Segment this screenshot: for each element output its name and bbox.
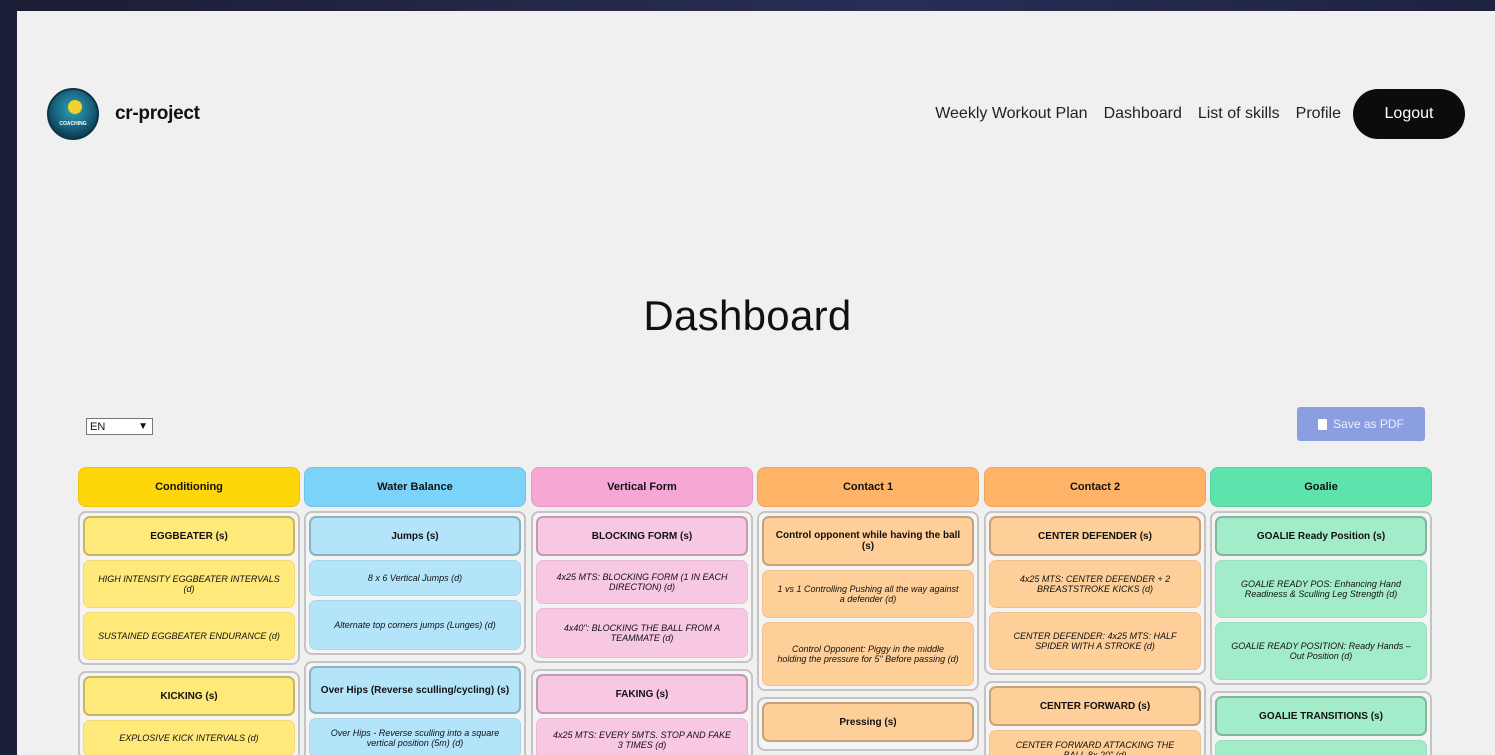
drill-card[interactable]: 4x25 MTS: EVERY 5MTS. STOP AND FAKE 3 TI… (536, 718, 748, 755)
skill-group: KICKING (s) EXPLOSIVE KICK INTERVALS (d) (78, 671, 300, 755)
chevron-down-icon: ▼ (138, 421, 148, 432)
logo-text: COACHING (59, 121, 87, 127)
skill-card[interactable]: Over Hips (Reverse sculling/cycling) (s) (309, 666, 521, 714)
skill-group: Over Hips (Reverse sculling/cycling) (s)… (304, 661, 526, 755)
drill-card[interactable]: 8 x 6 Vertical Jumps (d) (309, 560, 521, 596)
nav-profile[interactable]: Profile (1296, 105, 1341, 123)
skill-group: Jumps (s) 8 x 6 Vertical Jumps (d) Alterna… (304, 511, 526, 655)
skill-card[interactable]: Control opponent while having the ball (… (762, 516, 974, 566)
main-nav: Weekly Workout Plan Dashboard List of sk… (935, 89, 1465, 139)
skill-card[interactable]: EGGBEATER (s) (83, 516, 295, 556)
logout-button[interactable]: Logout (1353, 89, 1465, 139)
skill-group: CENTER FORWARD (s) CENTER FORWARD ATTACKI… (984, 681, 1206, 755)
drill-card[interactable]: 4x25 MTS: CENTER DEFENDER + 2 BREASTSTRO… (989, 560, 1201, 608)
nav-weekly-workout-plan[interactable]: Weekly Workout Plan (935, 105, 1087, 123)
skill-group: CENTER DEFENDER (s) 4x25 MTS: CENTER DEFE… (984, 511, 1206, 675)
skill-card[interactable]: CENTER FORWARD (s) (989, 686, 1201, 726)
drill-card[interactable]: 1 vs 1 Controlling Pushing all the way a… (762, 570, 974, 618)
skill-group: GOALIE TRANSITIONS (s) GOALIE TRANSITIONS… (1210, 691, 1432, 755)
column-vertical-form: Vertical Form BLOCKING FORM (s) 4x25 MTS: … (531, 467, 753, 755)
column-goalie: Goalie GOALIE Ready Position (s) GOALIE RE… (1210, 467, 1432, 755)
top-border (0, 0, 1495, 11)
column-contact-2: Contact 2 CENTER DEFENDER (s) 4x25 MTS: CE… (984, 467, 1206, 755)
skill-card[interactable]: FAKING (s) (536, 674, 748, 714)
drill-card[interactable]: GOALIE READY POS: Enhancing Hand Readine… (1215, 560, 1427, 618)
column-header[interactable]: Vertical Form (531, 467, 753, 507)
pdf-file-icon (1318, 418, 1328, 430)
skill-group: FAKING (s) 4x25 MTS: EVERY 5MTS. STOP AND… (531, 669, 753, 755)
skill-group: BLOCKING FORM (s) 4x25 MTS: BLOCKING FORM… (531, 511, 753, 663)
drill-card[interactable]: CENTER FORWARD ATTACKING THE BALL 8x 20"… (989, 730, 1201, 755)
nav-dashboard[interactable]: Dashboard (1104, 105, 1182, 123)
language-select[interactable]: EN ▼ (86, 418, 153, 435)
skill-card[interactable]: GOALIE TRANSITIONS (s) (1215, 696, 1427, 736)
save-pdf-label: Save as PDF (1333, 417, 1404, 431)
skill-group: GOALIE Ready Position (s) GOALIE READY PO… (1210, 511, 1432, 685)
skill-group: EGGBEATER (s) HIGH INTENSITY EGGBEATER IN… (78, 511, 300, 665)
column-header[interactable]: Goalie (1210, 467, 1432, 507)
drill-card[interactable]: Over Hips - Reverse sculling into a squa… (309, 718, 521, 755)
skill-group: Pressing (s) (757, 697, 979, 751)
drill-card[interactable]: 4x40": BLOCKING THE BALL FROM A TEAMMATE… (536, 608, 748, 658)
column-contact-1: Contact 1 Control opponent while having t… (757, 467, 979, 751)
skill-card[interactable]: KICKING (s) (83, 676, 295, 716)
column-conditioning: Conditioning EGGBEATER (s) HIGH INTENSITY … (78, 467, 300, 755)
logo-ball-icon (68, 100, 82, 114)
brand-logo[interactable]: COACHING (47, 88, 99, 140)
left-border (0, 0, 17, 755)
drill-card[interactable]: EXPLOSIVE KICK INTERVALS (d) (83, 720, 295, 755)
drill-card[interactable]: 4x25 MTS: BLOCKING FORM (1 IN EACH DIREC… (536, 560, 748, 604)
column-header[interactable]: Water Balance (304, 467, 526, 507)
drill-card[interactable]: GOALIE READY POSITION: Ready Hands – Out… (1215, 622, 1427, 680)
column-header[interactable]: Contact 2 (984, 467, 1206, 507)
skill-card[interactable]: Jumps (s) (309, 516, 521, 556)
skill-card[interactable]: Pressing (s) (762, 702, 974, 742)
skill-card[interactable]: CENTER DEFENDER (s) (989, 516, 1201, 556)
skill-card[interactable]: GOALIE Ready Position (s) (1215, 516, 1427, 556)
drill-card[interactable]: SUSTAINED EGGBEATER ENDURANCE (d) (83, 612, 295, 660)
site-header: COACHING cr-project Weekly Workout Plan … (47, 88, 1465, 140)
page-title: Dashboard (643, 292, 852, 339)
column-water-balance: Water Balance Jumps (s) 8 x 6 Vertical Jum… (304, 467, 526, 755)
nav-list-of-skills[interactable]: List of skills (1198, 105, 1280, 123)
language-selected-value: EN (90, 420, 106, 433)
column-header[interactable]: Contact 1 (757, 467, 979, 507)
drill-card[interactable]: Alternate top corners jumps (Lunges) (d) (309, 600, 521, 650)
skill-group: Control opponent while having the ball (… (757, 511, 979, 691)
brand-name[interactable]: cr-project (115, 103, 200, 125)
skill-card[interactable]: BLOCKING FORM (s) (536, 516, 748, 556)
drill-card[interactable]: HIGH INTENSITY EGGBEATER INTERVALS (d) (83, 560, 295, 608)
drill-card[interactable]: Control Opponent: Piggy in the middle ho… (762, 622, 974, 686)
drill-card[interactable]: CENTER DEFENDER: 4x25 MTS: HALF SPIDER W… (989, 612, 1201, 670)
drill-card[interactable]: GOALIE TRANSITIONS: SLIDE (d) (1215, 740, 1427, 755)
save-pdf-button[interactable]: Save as PDF (1297, 407, 1425, 441)
column-header[interactable]: Conditioning (78, 467, 300, 507)
